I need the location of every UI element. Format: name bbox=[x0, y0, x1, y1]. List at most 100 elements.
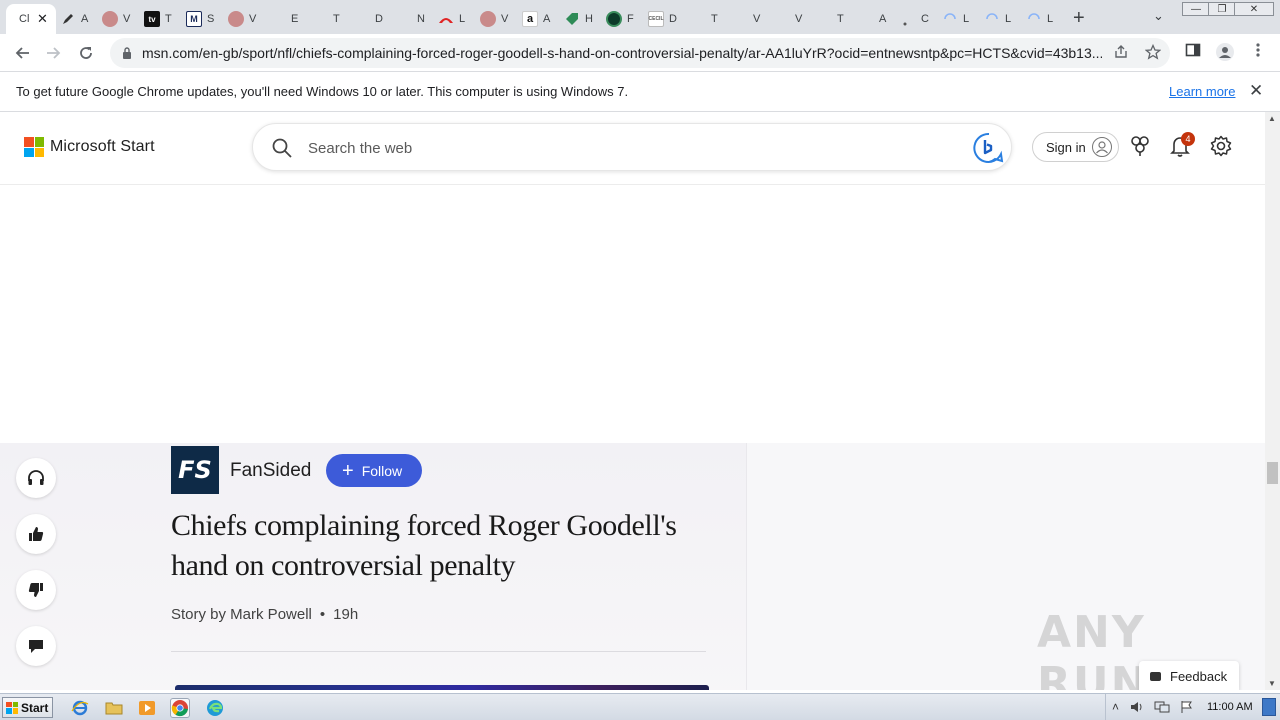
close-infobar-icon[interactable]: ✕ bbox=[1249, 81, 1263, 101]
tab[interactable]: M S bbox=[178, 4, 220, 34]
scroll-up-arrow-icon[interactable]: ▲ bbox=[1268, 114, 1276, 123]
microsoft-icon bbox=[312, 11, 328, 27]
reload-icon[interactable] bbox=[73, 40, 99, 66]
tab[interactable]: V bbox=[766, 4, 808, 34]
msn-header: Microsoft Start Sign in 4 bbox=[0, 112, 1265, 185]
share-icon[interactable] bbox=[1113, 44, 1129, 64]
tab[interactable]: V bbox=[724, 4, 766, 34]
minimize-icon[interactable]: — bbox=[1182, 2, 1210, 16]
address-bar[interactable]: msn.com/en-gb/sport/nfl/chiefs-complaini… bbox=[110, 38, 1170, 68]
tab[interactable]: A bbox=[850, 4, 892, 34]
scroll-down-arrow-icon[interactable]: ▼ bbox=[1268, 679, 1276, 688]
microsoft-start-logo[interactable]: Microsoft Start bbox=[24, 137, 155, 157]
settings-gear-icon[interactable] bbox=[1210, 135, 1232, 162]
tab-search-chevron-icon[interactable]: ⌄ bbox=[1153, 8, 1164, 24]
publisher-logo[interactable]: FS bbox=[171, 446, 219, 494]
bing-chat-icon[interactable] bbox=[973, 132, 1005, 164]
tab[interactable]: E bbox=[262, 4, 304, 34]
microsoft-icon bbox=[396, 11, 412, 27]
tab[interactable]: A bbox=[52, 4, 94, 34]
publisher-name[interactable]: FanSided bbox=[230, 460, 311, 482]
green-circle-icon bbox=[606, 11, 622, 27]
tab[interactable]: L bbox=[976, 4, 1018, 34]
tab[interactable]: L bbox=[430, 4, 472, 34]
volume-icon[interactable] bbox=[1130, 700, 1144, 717]
tab[interactable]: N bbox=[388, 4, 430, 34]
page-scrollbar[interactable]: ▲ ▼ bbox=[1265, 112, 1280, 690]
tab-label: H bbox=[585, 13, 593, 25]
tab[interactable]: V bbox=[220, 4, 262, 34]
chrome-icon[interactable] bbox=[170, 698, 190, 718]
tab-label: V bbox=[249, 13, 257, 25]
loading-icon bbox=[984, 11, 1000, 27]
like-thumbs-up-icon[interactable] bbox=[16, 514, 56, 554]
tab[interactable]: CECIL D bbox=[640, 4, 682, 34]
bookmark-star-icon[interactable] bbox=[1144, 43, 1162, 64]
tab[interactable]: H bbox=[556, 4, 598, 34]
tab-label: C bbox=[921, 13, 929, 25]
tab-label: T bbox=[711, 13, 718, 25]
maximize-icon[interactable]: ❐ bbox=[1208, 2, 1236, 16]
scroll-thumb[interactable] bbox=[1267, 462, 1278, 484]
tab[interactable]: T bbox=[682, 4, 724, 34]
file-explorer-icon[interactable] bbox=[104, 698, 124, 718]
listen-headphones-icon[interactable] bbox=[16, 458, 56, 498]
tab[interactable]: F bbox=[598, 4, 640, 34]
tab[interactable]: C bbox=[892, 4, 934, 34]
menu-kebab-icon[interactable] bbox=[1252, 42, 1264, 63]
media-player-icon[interactable] bbox=[137, 698, 157, 718]
amazon-icon: a bbox=[522, 11, 538, 27]
comment-bubble-icon[interactable] bbox=[16, 626, 56, 666]
tab[interactable]: V bbox=[472, 4, 514, 34]
action-center-flag-icon[interactable] bbox=[1180, 700, 1194, 717]
lock-icon[interactable] bbox=[122, 46, 132, 59]
tab[interactable]: T bbox=[808, 4, 850, 34]
tab-label: L bbox=[459, 13, 466, 25]
logo-text: Microsoft Start bbox=[50, 138, 155, 155]
dislike-thumbs-down-icon[interactable] bbox=[16, 570, 56, 610]
feedback-button[interactable]: Feedback bbox=[1139, 661, 1239, 690]
tab[interactable]: a A bbox=[514, 4, 556, 34]
tab[interactable]: tv T bbox=[136, 4, 178, 34]
close-window-icon[interactable]: ✕ bbox=[1234, 2, 1274, 16]
update-infobar: To get future Google Chrome updates, you… bbox=[0, 72, 1280, 112]
tab[interactable]: L bbox=[934, 4, 976, 34]
follow-button[interactable]: + Follow bbox=[326, 454, 422, 487]
clock[interactable]: 11:00 AM bbox=[1207, 701, 1253, 713]
show-hidden-icons-chevron-icon[interactable]: ˄ bbox=[1112, 700, 1119, 714]
article-byline: Story by Mark Powell • 19h bbox=[171, 606, 358, 623]
learn-more-link[interactable]: Learn more bbox=[1169, 84, 1235, 99]
profile-avatar-icon[interactable] bbox=[1215, 42, 1235, 67]
search-input[interactable] bbox=[308, 136, 948, 160]
system-tray: ˄ bbox=[1105, 694, 1280, 720]
tab-label: L bbox=[963, 13, 970, 25]
sign-in-button[interactable]: Sign in bbox=[1032, 132, 1119, 162]
microsoft-icon bbox=[732, 11, 748, 27]
start-button[interactable]: Start bbox=[2, 697, 53, 718]
tab-active[interactable]: Cl ✕ bbox=[6, 4, 56, 34]
grey-circle-icon bbox=[102, 11, 118, 27]
rewards-trophy-icon[interactable] bbox=[1130, 135, 1150, 162]
microsoft-icon bbox=[690, 11, 706, 27]
tab[interactable]: V bbox=[94, 4, 136, 34]
url-text[interactable]: msn.com/en-gb/sport/nfl/chiefs-complaini… bbox=[142, 45, 1102, 61]
loading-icon bbox=[1026, 11, 1042, 27]
close-tab-icon[interactable]: ✕ bbox=[37, 11, 48, 27]
tab[interactable]: D bbox=[346, 4, 388, 34]
side-panel-icon[interactable] bbox=[1185, 42, 1201, 63]
browser-toolbar: msn.com/en-gb/sport/nfl/chiefs-complaini… bbox=[0, 34, 1280, 72]
tab[interactable]: T bbox=[304, 4, 346, 34]
tab[interactable]: L bbox=[1018, 4, 1060, 34]
internet-explorer-icon[interactable] bbox=[70, 698, 90, 718]
edge-icon[interactable] bbox=[205, 698, 225, 718]
back-arrow-icon[interactable] bbox=[9, 40, 35, 66]
mb-icon: M bbox=[186, 11, 202, 27]
search-icon bbox=[271, 137, 293, 164]
search-box[interactable] bbox=[252, 123, 1012, 171]
network-icon[interactable] bbox=[1154, 700, 1170, 717]
forward-arrow-icon[interactable] bbox=[41, 40, 67, 66]
new-tab-plus-icon[interactable]: + bbox=[1073, 7, 1085, 30]
microsoft-icon bbox=[354, 11, 370, 27]
article-hero-image[interactable] bbox=[175, 685, 709, 690]
show-desktop-button[interactable] bbox=[1262, 698, 1276, 716]
